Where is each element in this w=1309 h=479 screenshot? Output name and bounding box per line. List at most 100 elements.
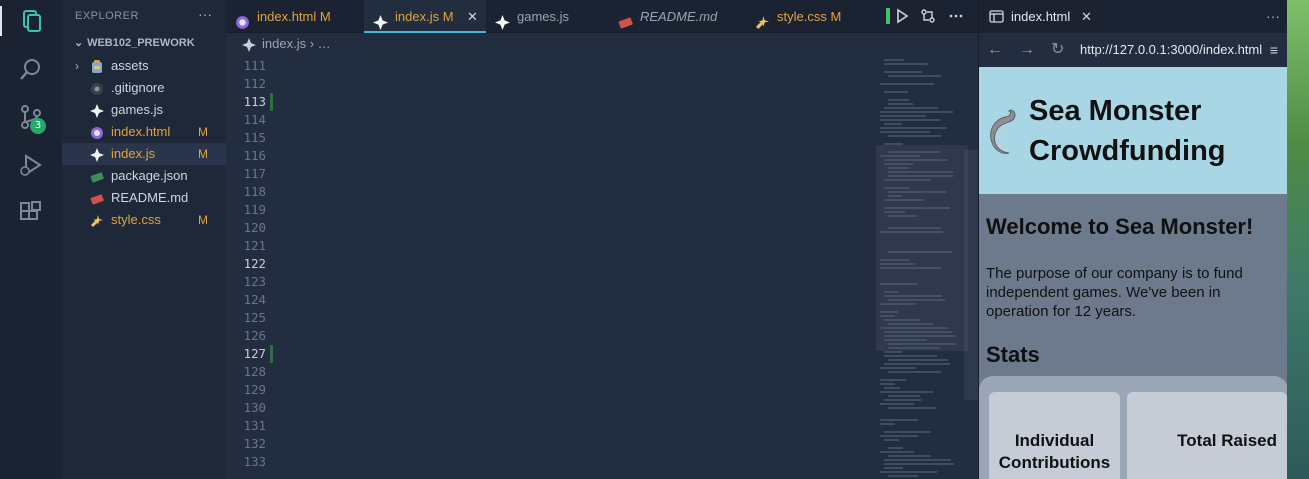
line-number: 117 (243, 166, 266, 181)
extensions-icon[interactable] (18, 200, 44, 226)
minimap-line (888, 167, 909, 169)
page-title: Sea Monster Crowdfunding (1029, 95, 1226, 167)
menu-icon[interactable]: ≡ (1270, 33, 1278, 67)
close-icon[interactable]: ✕ (1081, 0, 1092, 33)
tree-item-index-html[interactable]: index.html M (62, 121, 226, 143)
tree-item-label: index.js (111, 146, 156, 161)
modified-line-marker (270, 345, 273, 363)
js-icon (90, 147, 104, 162)
minimap-line (888, 347, 940, 349)
line-number: 129 (243, 382, 266, 397)
minimap-line (880, 315, 895, 317)
url-bar[interactable]: http://127.0.0.1:3000/index.html (1080, 33, 1265, 67)
minimap-line (880, 131, 930, 133)
minimap-line (880, 111, 953, 113)
tree-item-games-js[interactable]: games.js (62, 99, 226, 121)
more-actions-icon[interactable] (948, 8, 964, 24)
minimap-line (884, 59, 904, 61)
browser-tab-label: index.html (1011, 9, 1071, 24)
browser-more-button[interactable]: ··· (1266, 0, 1280, 33)
minimap-line (884, 363, 950, 365)
browser-tab[interactable]: index.html ✕ ··· (979, 0, 1288, 33)
minimap-line (888, 371, 941, 373)
minimap-line (880, 311, 898, 313)
line-number: 133 (243, 454, 266, 469)
tree-item-readme[interactable]: README.md (62, 187, 226, 209)
explorer-icon[interactable] (18, 8, 44, 34)
tab-index-html[interactable]: index.html M (226, 0, 364, 33)
active-indicator (0, 6, 2, 36)
minimap-line (888, 395, 920, 397)
search-icon[interactable] (18, 56, 44, 82)
back-arrow-icon[interactable]: ← (987, 33, 1003, 67)
line-number: 128 (243, 364, 266, 379)
reload-icon[interactable]: ↻ (1051, 33, 1064, 67)
minimap-line (880, 471, 937, 473)
minimap-line (884, 159, 948, 161)
tree-item-label: package.json (111, 168, 188, 183)
project-folder[interactable]: ⌄ WEB102_PREWORK (62, 36, 226, 54)
minimap-line (880, 391, 933, 393)
minimap-line (880, 115, 926, 117)
minimap-line (888, 103, 913, 105)
tab-readme[interactable]: README.md (609, 0, 744, 33)
vertical-scrollbar[interactable] (964, 150, 978, 400)
minimap-line (888, 175, 953, 177)
js-icon (242, 37, 256, 52)
tree-item-label: style.css (111, 212, 161, 227)
stats-heading: Stats (986, 342, 1040, 367)
minimap-line (884, 387, 900, 389)
line-number: 118 (243, 184, 266, 199)
minimap[interactable] (876, 55, 968, 479)
tab-games-js[interactable]: games.js (486, 0, 606, 33)
line-number: 115 (243, 130, 266, 145)
minimap-line (880, 451, 914, 453)
modified-badge: M (198, 213, 208, 227)
minimap-line (888, 215, 917, 217)
run-debug-icon[interactable] (18, 152, 44, 178)
tab-style-css[interactable]: style.css M (746, 0, 876, 33)
minimap-line (880, 267, 941, 269)
tree-item-assets[interactable]: › assets (62, 55, 226, 77)
minimap-line (888, 151, 940, 153)
js-icon (373, 9, 388, 30)
npm-icon (90, 169, 104, 183)
forward-arrow-icon[interactable]: → (1019, 33, 1035, 67)
minimap-line (888, 343, 956, 345)
minimap-line (888, 299, 945, 301)
compare-changes-icon[interactable] (920, 8, 936, 24)
line-number: 116 (243, 148, 266, 163)
minimap-line (884, 355, 937, 357)
run-icon[interactable] (894, 8, 910, 24)
markdown-icon (618, 9, 633, 29)
minimap-line (884, 291, 898, 293)
minimap-line (884, 63, 928, 65)
minimap-line (884, 207, 950, 209)
chevron-right-icon: › (75, 59, 79, 73)
explorer-sidebar: EXPLORER ··· ⌄ WEB102_PREWORK › assets .… (62, 0, 226, 479)
js-icon (90, 103, 104, 118)
breadcrumb-path: index.js › … (262, 36, 331, 51)
line-number: 112 (243, 76, 266, 91)
tab-index-js[interactable]: index.js M ✕ (364, 0, 486, 33)
minimap-line (880, 435, 918, 437)
minimap-line (880, 403, 914, 405)
tree-item-gitignore[interactable]: .gitignore (62, 77, 226, 99)
minimap-line (884, 143, 903, 145)
minimap-line (884, 199, 924, 201)
code-editor[interactable]: 111 112 113 114 115 116 117 118 119 120 121 122 123 1… (226, 55, 978, 479)
minimap-line (884, 339, 927, 341)
stat-card-total-raised: Total Raised (1127, 392, 1287, 479)
line-number: 122 (243, 256, 266, 271)
tree-item-style-css[interactable]: style.css M (62, 209, 226, 231)
breadcrumb[interactable]: index.js › … (226, 33, 978, 55)
minimap-line (884, 187, 910, 189)
explorer-more-button[interactable]: ··· (198, 6, 212, 22)
tree-item-index-js[interactable]: index.js M (62, 143, 226, 165)
tab-label: games.js (517, 9, 570, 24)
minimap-line (880, 367, 916, 369)
minimap-line (884, 439, 899, 441)
tree-item-package-json[interactable]: package.json (62, 165, 226, 187)
close-icon[interactable]: ✕ (467, 0, 478, 33)
minimap-line (888, 455, 931, 457)
